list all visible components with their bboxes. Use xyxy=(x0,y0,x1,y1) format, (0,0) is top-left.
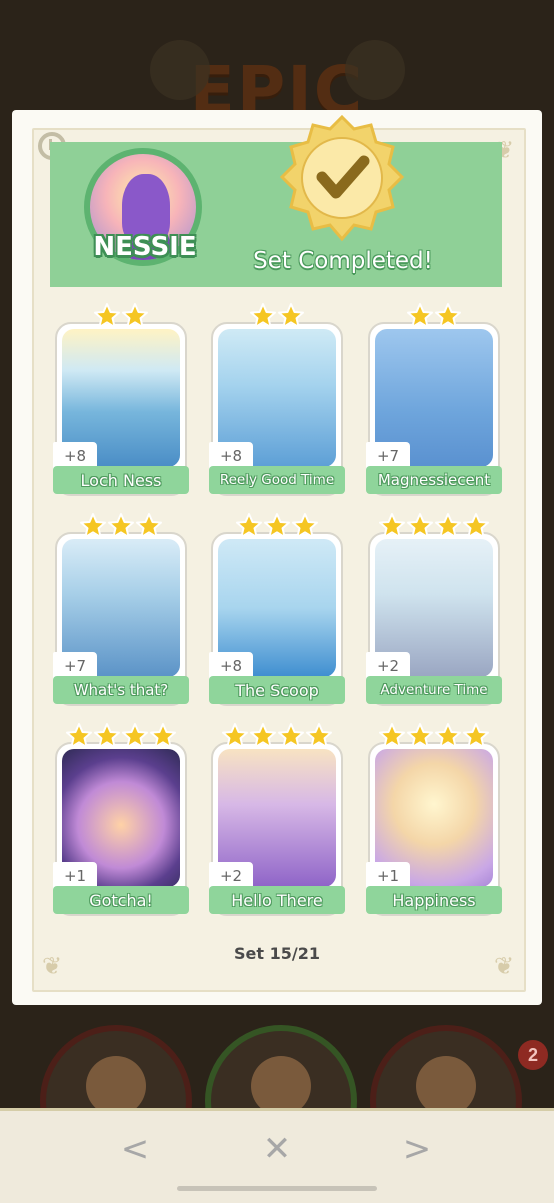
card-stars xyxy=(211,512,343,542)
star-icon xyxy=(122,303,148,328)
card[interactable]: +2 Adventure Time xyxy=(366,513,502,706)
star-icon xyxy=(136,513,162,538)
star-icon xyxy=(435,723,461,748)
star-icon xyxy=(407,513,433,538)
card-stars xyxy=(211,722,343,752)
star-icon xyxy=(379,723,405,748)
set-count: Set 15/21 xyxy=(234,944,320,963)
completed-check-icon xyxy=(279,114,405,242)
star-icon xyxy=(250,723,276,748)
star-icon xyxy=(435,303,461,328)
card-stars xyxy=(55,722,187,752)
leaf-corner-icon: ❦ xyxy=(493,952,515,980)
star-icon xyxy=(94,303,120,328)
card-name: The Scoop xyxy=(209,676,345,704)
star-icon xyxy=(407,303,433,328)
card[interactable]: +8 The Scoop xyxy=(209,513,345,706)
star-icon xyxy=(264,513,290,538)
star-icon xyxy=(222,723,248,748)
star-icon xyxy=(250,303,276,328)
card[interactable]: +1 Gotcha! xyxy=(53,723,189,916)
leaf-corner-icon: ❦ xyxy=(41,952,63,980)
star-icon xyxy=(236,513,262,538)
star-icon xyxy=(94,723,120,748)
card-name: Hello There xyxy=(209,886,345,914)
close-button[interactable]: ✕ xyxy=(247,1129,307,1169)
card[interactable]: +7 What's that? xyxy=(53,513,189,706)
card-stars xyxy=(55,302,187,332)
card[interactable]: +1 Happiness xyxy=(366,723,502,916)
card-name: Gotcha! xyxy=(53,886,189,914)
star-icon xyxy=(463,723,489,748)
card-name: Adventure Time xyxy=(366,676,502,704)
next-button[interactable]: > xyxy=(387,1129,447,1169)
card-stars xyxy=(211,302,343,332)
star-icon xyxy=(108,513,134,538)
card-name: Reely Good Time xyxy=(209,466,345,494)
card-name: Happiness xyxy=(366,886,502,914)
home-indicator xyxy=(177,1186,377,1191)
background-avatars xyxy=(0,1005,554,1177)
star-icon xyxy=(80,513,106,538)
notification-badge: 2 xyxy=(518,1040,548,1070)
star-icon xyxy=(278,723,304,748)
star-icon xyxy=(306,723,332,748)
card-name: Loch Ness xyxy=(53,466,189,494)
star-icon xyxy=(150,723,176,748)
card-name: What's that? xyxy=(53,676,189,704)
card[interactable]: +8 Reely Good Time xyxy=(209,303,345,496)
star-icon xyxy=(407,723,433,748)
card-stars xyxy=(368,722,500,752)
star-icon xyxy=(435,513,461,538)
star-icon xyxy=(278,303,304,328)
star-icon xyxy=(292,513,318,538)
set-name: NESSIE xyxy=(93,232,197,262)
card-stars xyxy=(55,512,187,542)
card-stars xyxy=(368,512,500,542)
star-icon xyxy=(463,513,489,538)
leaf-decor-right xyxy=(345,40,405,100)
card-name: Magnessiecent xyxy=(366,466,502,494)
leaf-decor-left xyxy=(150,40,210,100)
card[interactable]: +7 Magnessiecent xyxy=(366,303,502,496)
card-stars xyxy=(368,302,500,332)
star-icon xyxy=(66,723,92,748)
card[interactable]: +2 Hello There xyxy=(209,723,345,916)
star-icon xyxy=(379,513,405,538)
set-completed-label: Set Completed! xyxy=(253,248,433,274)
card[interactable]: +8 Loch Ness xyxy=(53,303,189,496)
star-icon xyxy=(122,723,148,748)
prev-button[interactable]: < xyxy=(105,1129,165,1169)
